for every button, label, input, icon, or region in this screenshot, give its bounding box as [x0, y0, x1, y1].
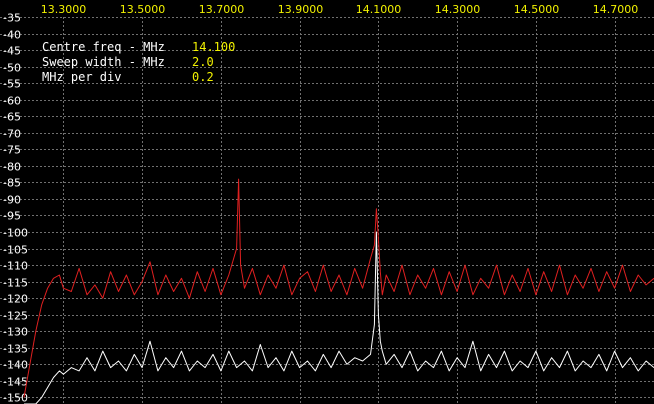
x-tick-label: 14.1000: [356, 3, 402, 16]
centre-freq-label: Centre freq - MHz: [42, 40, 165, 54]
x-tick-label: 14.7000: [593, 3, 639, 16]
x-tick-label: 13.5000: [120, 3, 166, 16]
x-tick-label: 14.5000: [514, 3, 560, 16]
y-tick-label: -80: [3, 161, 21, 174]
y-tick-label: -145: [3, 376, 28, 389]
sweep-width-label: Sweep width - MHz: [42, 55, 165, 69]
y-tick-label: -90: [3, 194, 21, 207]
y-tick-label: -105: [3, 244, 28, 257]
y-tick-label: -50: [3, 62, 21, 75]
y-tick-label: -55: [3, 78, 21, 91]
y-tick-label: -120: [3, 293, 28, 306]
y-tick-label: -40: [3, 29, 21, 42]
mhz-per-div-label: MHz per div: [42, 70, 122, 84]
y-tick-label: -45: [3, 45, 21, 58]
mhz-per-div-row: MHz per div 0.2: [42, 70, 235, 85]
centre-freq-row: Centre freq - MHz 14.100: [42, 40, 235, 55]
y-tick-label: -125: [3, 310, 28, 323]
y-tick-label: -115: [3, 277, 28, 290]
y-tick-label: -70: [3, 128, 21, 141]
y-tick-label: -60: [3, 95, 21, 108]
y-tick-label: -110: [3, 260, 28, 273]
x-tick-label: 13.3000: [41, 3, 87, 16]
y-tick-label: -65: [3, 111, 21, 124]
x-tick-label: 14.3000: [435, 3, 481, 16]
y-tick-label: -35: [3, 12, 21, 25]
sweep-info-panel: Centre freq - MHz 14.100 Sweep width - MH…: [42, 40, 235, 85]
y-tick-label: -75: [3, 144, 21, 157]
x-tick-label: 13.9000: [278, 3, 324, 16]
sweep-width-row: Sweep width - MHz 2.0: [42, 55, 235, 70]
y-tick-label: -135: [3, 343, 28, 356]
y-tick-label: -130: [3, 326, 28, 339]
x-tick-label: 13.7000: [199, 3, 245, 16]
mhz-per-div-value: 0.2: [192, 70, 214, 84]
y-tick-label: -100: [3, 227, 28, 240]
sweep-width-value: 2.0: [192, 55, 214, 69]
y-tick-label: -85: [3, 177, 21, 190]
y-tick-label: -95: [3, 210, 21, 223]
centre-freq-value: 14.100: [192, 40, 236, 54]
y-tick-label: -140: [3, 359, 28, 372]
